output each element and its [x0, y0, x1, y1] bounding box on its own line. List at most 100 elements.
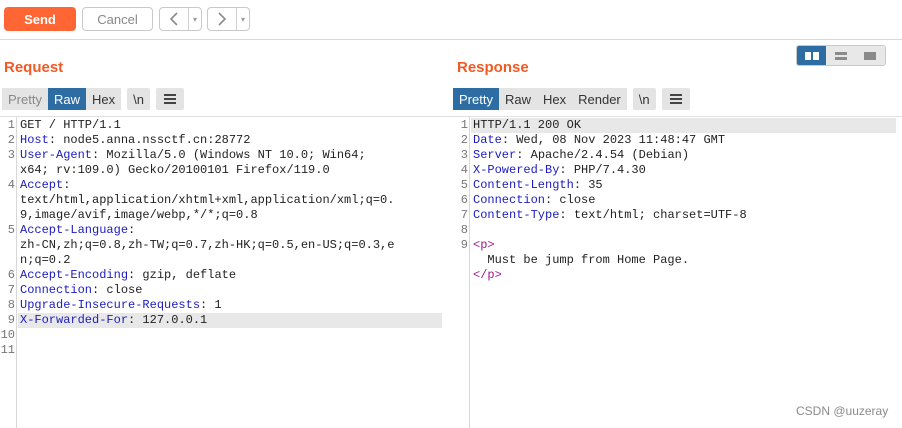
html-tag-open: <p>	[473, 238, 495, 252]
code-line: X-Forwarded-For: 127.0.0.1	[20, 313, 207, 328]
header-name: Content-Type	[473, 208, 560, 222]
watermark: CSDN @uuzeray	[796, 404, 889, 418]
line-text: : 1	[200, 298, 222, 312]
line-text: text/html,application/xhtml+xml,applicat…	[20, 193, 395, 207]
header-name: User-Agent	[20, 148, 93, 162]
cancel-button[interactable]: Cancel	[82, 7, 153, 31]
chevron-down-icon: ▾	[240, 14, 245, 24]
line-text: : 35	[573, 178, 603, 192]
line-text: 9,image/avif,image/webp,*/*;q=0.8	[20, 208, 258, 222]
response-newline-toggle[interactable]: \n	[632, 88, 656, 110]
line-text: : close	[92, 283, 143, 297]
response-editor[interactable]: 1 HTTP/1.1 200 OK 2 Date: Wed, 08 Nov 2023 …	[453, 116, 902, 428]
line-text: : close	[545, 193, 596, 207]
line-number: 6	[460, 193, 468, 207]
code-line: Accept-Language:	[20, 223, 135, 238]
line-number	[0, 208, 15, 223]
line-number: 4	[460, 163, 468, 177]
line-number: 7	[7, 283, 15, 297]
line-number: 3	[460, 148, 468, 162]
code-line: Connection: close	[20, 283, 142, 298]
forward-history-dropdown[interactable]: ▾	[236, 8, 249, 30]
code-line: X-Powered-By: PHP/7.4.30	[473, 163, 646, 178]
line-number: 1	[460, 118, 468, 132]
header-name: Content-Length	[473, 178, 574, 192]
forward-button[interactable]	[208, 8, 236, 30]
code-line: text/html,application/xhtml+xml,applicat…	[20, 193, 394, 208]
line-text: GET / HTTP/1.1	[20, 118, 121, 132]
back-history-dropdown[interactable]: ▾	[188, 8, 201, 30]
html-tag-close: </p>	[473, 268, 502, 282]
line-number: 5	[7, 223, 15, 237]
chevron-left-icon	[169, 12, 178, 26]
line-number: 7	[460, 208, 468, 222]
header-name: Server	[473, 148, 517, 162]
send-button[interactable]: Send	[4, 7, 76, 31]
line-number: 5	[460, 178, 468, 192]
response-menu-button[interactable]	[661, 88, 690, 110]
request-tab-hex[interactable]: Hex	[85, 88, 122, 110]
code-line: Connection: close	[473, 193, 595, 208]
single-pane-button[interactable]	[855, 46, 885, 65]
code-line: </p>	[473, 268, 502, 283]
code-line: Date: Wed, 08 Nov 2023 11:48:47 GMT	[473, 133, 725, 148]
header-name: Host	[20, 133, 49, 147]
code-line: x64; rv:109.0) Gecko/20100101 Firefox/11…	[20, 163, 330, 178]
hamburger-icon	[669, 94, 682, 104]
line-number	[453, 268, 468, 283]
hamburger-icon	[163, 94, 176, 104]
code-line: Content-Type: text/html; charset=UTF-8	[473, 208, 747, 223]
line-text: HTTP/1.1 200 OK	[473, 118, 582, 132]
code-line: 9,image/avif,image/webp,*/*;q=0.8	[20, 208, 258, 223]
line-text: : text/html; charset=UTF-8	[559, 208, 747, 222]
header-name: Accept-Encoding	[20, 268, 129, 282]
request-tab-pretty[interactable]: Pretty	[2, 88, 48, 110]
back-button[interactable]	[160, 8, 188, 30]
response-tab-hex[interactable]: Hex	[536, 88, 573, 110]
line-number	[0, 193, 15, 208]
response-tabs: Pretty Raw Hex Render \n	[453, 88, 690, 110]
request-menu-button[interactable]	[155, 88, 184, 110]
header-name: Connection	[473, 193, 546, 207]
response-tab-pretty[interactable]: Pretty	[453, 88, 499, 110]
code-line: Accept:	[20, 178, 70, 193]
line-text: : Apache/2.4.54 (Debian)	[516, 148, 690, 162]
line-number	[0, 253, 15, 268]
line-text: :	[128, 223, 136, 237]
code-line: Must be jump from Home Page.	[473, 253, 689, 268]
code-line: HTTP/1.1 200 OK	[473, 118, 581, 133]
header-name: X-Powered-By	[473, 163, 560, 177]
code-line: GET / HTTP/1.1	[20, 118, 121, 133]
line-number: 6	[7, 268, 15, 282]
code-line: n;q=0.2	[20, 253, 70, 268]
line-number: 9	[460, 238, 468, 252]
line-number: 10	[0, 328, 15, 342]
request-tab-raw[interactable]: Raw	[47, 88, 86, 110]
header-name: Upgrade-Insecure-Requests	[20, 298, 201, 312]
header-name: X-Forwarded-For	[20, 313, 129, 327]
line-number: 3	[7, 148, 15, 162]
line-text: : PHP/7.4.30	[559, 163, 646, 177]
line-text: x64; rv:109.0) Gecko/20100101 Firefox/11…	[20, 163, 330, 177]
response-tab-raw[interactable]: Raw	[498, 88, 537, 110]
line-text: : node5.anna.nssctf.cn:28772	[48, 133, 251, 147]
response-title: Response	[457, 59, 529, 76]
line-number	[453, 253, 468, 268]
code-line: Content-Length: 35	[473, 178, 603, 193]
line-number: 1	[7, 118, 15, 132]
response-tab-render[interactable]: Render	[572, 88, 627, 110]
split-columns-button[interactable]	[797, 46, 827, 65]
chevron-down-icon: ▾	[192, 14, 197, 24]
request-tabs: Pretty Raw Hex \n	[2, 88, 184, 110]
request-editor[interactable]: 1 GET / HTTP/1.1 2 Host: node5.anna.nssctf.…	[0, 116, 470, 428]
split-columns-icon	[804, 51, 819, 60]
line-text: : 127.0.0.1	[128, 313, 208, 327]
request-newline-toggle[interactable]: \n	[127, 88, 150, 110]
line-text: : Wed, 08 Nov 2023 11:48:47 GMT	[501, 133, 726, 147]
line-number	[0, 163, 15, 178]
split-rows-button[interactable]	[826, 46, 856, 65]
code-line: <p>	[473, 238, 495, 253]
line-number: 11	[0, 343, 15, 357]
header-name: Connection	[20, 283, 93, 297]
chevron-right-icon	[218, 12, 227, 26]
